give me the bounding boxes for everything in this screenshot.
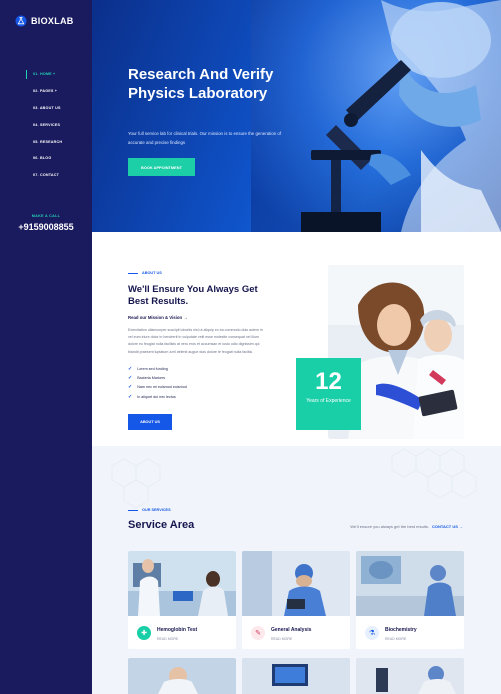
flask-logo-icon [15, 15, 27, 27]
services-title: Service Area [128, 519, 195, 531]
feature-check-list: ✓ Lorem sed funding ✓ Bacteria Markers ✓ Na… [128, 366, 187, 400]
nav-item-contact[interactable]: 07. CONTACT [26, 167, 62, 184]
years-label: Years of Experience [306, 398, 351, 404]
nav-item-about[interactable]: 03. ABOUT US [26, 100, 62, 117]
check-item: ✓ Nam nec mi euismod euismod [128, 384, 187, 391]
general-analysis-image [242, 551, 350, 616]
years-number: 12 [315, 368, 342, 395]
service-card-image-partial[interactable] [356, 658, 464, 694]
service-card-general-analysis[interactable]: ✎ General Analysis READ MORE [242, 551, 350, 649]
service-card-image-partial[interactable] [242, 658, 350, 694]
hero-section: Research And Verify Physics Laboratory Y… [92, 0, 501, 232]
check-item-label: Lorem sed funding [137, 366, 168, 371]
syringe-icon: ✎ [251, 626, 265, 640]
book-appointment-button[interactable]: BOOK APPOINTMENT [128, 158, 195, 176]
mission-vision-link[interactable]: Read our Mission & Vision → [128, 315, 188, 320]
about-us-button[interactable]: ABOUT US [128, 414, 172, 430]
nav-item-services[interactable]: 04. SERVICES [26, 116, 62, 133]
check-icon: ✓ [128, 393, 133, 400]
main-nav: 01. HOME + 02. PAGES + 03. ABOUT US 04. … [26, 66, 62, 184]
hero-description: Your full service lab for clinical trial… [128, 131, 282, 145]
services-section-label: OUR SERVICES [128, 508, 171, 512]
about-label-text: ABOUT US [142, 271, 162, 275]
flask-icon: ⚗ [365, 626, 379, 640]
check-item-label: Nam nec mi euismod euismod [137, 385, 187, 390]
lab-bench-image [128, 658, 236, 694]
lab-monitor-image [242, 658, 350, 694]
service-card-hemoglobin[interactable]: ✚ Hemoglobin Test READ MORE [128, 551, 236, 649]
check-item: ✓ Bacteria Markers [128, 375, 187, 381]
services-section: OUR SERVICES Service Area We'll ensure y… [92, 446, 501, 694]
contact-us-link[interactable]: CONTACT US → [432, 524, 463, 529]
check-icon: ✓ [128, 384, 133, 391]
about-section-label: ABOUT US [128, 271, 162, 275]
check-item: ✓ In aliquet dui nec lectus [128, 394, 187, 400]
hero-title: Research And Verify Physics Laboratory [128, 66, 274, 102]
service-card-image-partial[interactable] [128, 658, 236, 694]
check-item-label: Bacteria Markers [137, 376, 166, 381]
nav-item-pages[interactable]: 02. PAGES + [26, 83, 62, 100]
biochemistry-image [356, 551, 464, 616]
services-note: We'll ensure you always get the best res… [350, 524, 463, 529]
check-item: ✓ Lorem sed funding [128, 366, 187, 372]
call-label: MAKE A CALL [31, 214, 61, 218]
services-label-text: OUR SERVICES [142, 508, 171, 512]
scientist-microscope-image [251, 0, 501, 232]
sidebar: BIOXLAB 01. HOME + 02. PAGES + 03. ABOUT… [0, 0, 92, 694]
check-item-label: In aliquet dui nec lectus [137, 394, 176, 399]
page: BIOXLAB 01. HOME + 02. PAGES + 03. ABOUT… [0, 0, 501, 694]
services-note-text: We'll ensure you always get the best res… [350, 524, 429, 529]
service-card-name: Hemoglobin Test [157, 627, 198, 633]
brand-logo[interactable]: BIOXLAB [15, 15, 74, 27]
read-more-link[interactable]: READ MORE [385, 637, 406, 641]
about-description: Exercitation ullamcorper suscipit lobort… [128, 328, 263, 354]
read-more-link[interactable]: READ MORE [271, 637, 292, 641]
nav-item-blog[interactable]: 06. BLOG [26, 150, 62, 167]
service-card-name: Biochemistry [385, 627, 417, 633]
about-title: We'll Ensure You Always Get Best Results… [128, 284, 258, 307]
service-card-biochemistry[interactable]: ⚗ Biochemistry READ MORE [356, 551, 464, 649]
nav-item-home[interactable]: 01. HOME + [26, 66, 62, 83]
blood-drop-icon: ✚ [137, 626, 151, 640]
hemoglobin-test-image [128, 551, 236, 616]
read-more-link[interactable]: READ MORE [157, 637, 178, 641]
check-icon: ✓ [128, 365, 133, 372]
check-icon: ✓ [128, 375, 133, 382]
service-card-name: General Analysis [271, 627, 312, 633]
lab-microscope-image [356, 658, 464, 694]
brand-name: BIOXLAB [31, 16, 74, 26]
nav-item-research[interactable]: 05. RESEARCH [26, 133, 62, 150]
years-experience-badge: 12 Years of Experience [296, 358, 361, 430]
phone-number[interactable]: +9159008855 [0, 222, 92, 232]
